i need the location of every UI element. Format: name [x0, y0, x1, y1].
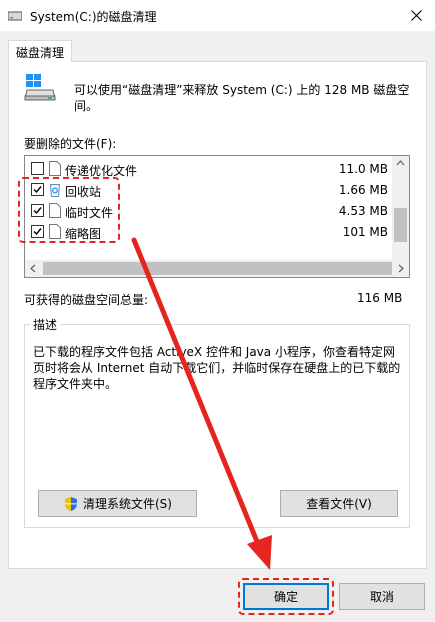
- total-space-label: 可获得的磁盘空间总量:: [24, 293, 149, 307]
- horizontal-scroll-thumb[interactable]: [43, 262, 392, 275]
- file-size: 101 MB: [342, 225, 388, 239]
- cancel-button[interactable]: 取消: [339, 583, 425, 610]
- drive-cleanup-icon: [24, 74, 56, 101]
- intro-text: 可以使用“磁盘清理”来释放 System (C:) 上的 128 MB 磁盘空间…: [74, 83, 410, 113]
- scroll-right-icon[interactable]: [398, 264, 404, 273]
- description-title: 描述: [30, 316, 61, 333]
- title-bar: System(C:)的磁盘清理: [0, 0, 435, 31]
- annotation-ok-box: [238, 578, 334, 615]
- cancel-label: 取消: [369, 590, 394, 604]
- window-title: System(C:)的磁盘清理: [30, 10, 157, 24]
- close-button[interactable]: [398, 0, 435, 31]
- file-icon: [49, 161, 61, 176]
- vertical-scrollbar[interactable]: [392, 156, 409, 260]
- view-files-label: 查看文件(V): [306, 497, 372, 511]
- file-size: 11.0 MB: [338, 162, 388, 176]
- horizontal-scrollbar[interactable]: [25, 260, 409, 277]
- vertical-scroll-thumb[interactable]: [394, 208, 407, 242]
- file-size: 1.66 MB: [338, 183, 388, 197]
- scroll-up-icon[interactable]: [396, 160, 405, 166]
- annotation-checked-items-box: [18, 177, 120, 243]
- close-icon: [411, 10, 422, 21]
- clean-system-files-label: 清理系统文件(S): [83, 497, 172, 511]
- shield-icon: [65, 496, 77, 511]
- files-label: 要删除的文件(F):: [24, 137, 117, 151]
- description-text: 已下载的程序文件包括 ActiveX 控件和 Java 小程序，你查看特定网页时…: [33, 345, 401, 391]
- scroll-left-icon[interactable]: [30, 264, 36, 273]
- view-files-button[interactable]: 查看文件(V): [280, 490, 398, 517]
- clean-system-files-button[interactable]: 清理系统文件(S): [38, 490, 197, 517]
- file-size: 4.53 MB: [338, 204, 388, 218]
- drive-icon: [8, 11, 22, 21]
- tab-disk-cleanup[interactable]: 磁盘清理: [8, 40, 72, 62]
- total-space-value: 116 MB: [357, 291, 403, 305]
- tab-label: 磁盘清理: [16, 46, 65, 60]
- checkbox-delivery-optimization[interactable]: [31, 162, 44, 175]
